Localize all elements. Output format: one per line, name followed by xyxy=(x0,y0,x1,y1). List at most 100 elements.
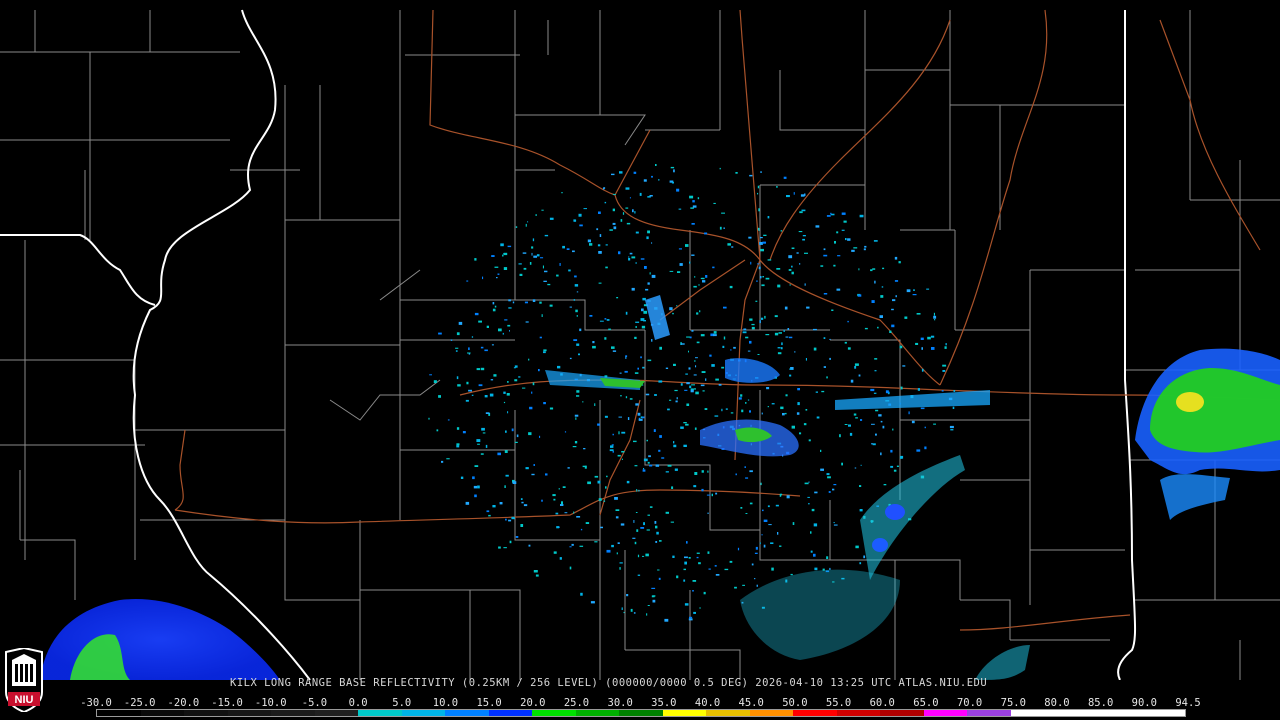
legend-tick: 35.0 xyxy=(651,697,677,709)
echo-pixel xyxy=(528,358,530,361)
echo-pixel xyxy=(564,431,567,433)
echo-pixel xyxy=(635,326,637,328)
echo-pixel xyxy=(885,390,889,394)
echo-pixel xyxy=(721,408,723,412)
echo-pixel xyxy=(531,252,533,256)
echo-pixel xyxy=(465,399,469,402)
echo-pixel xyxy=(580,528,583,531)
echo-pixel xyxy=(514,441,518,443)
echo-pixel xyxy=(474,465,479,467)
echo-pixel xyxy=(634,541,637,545)
echo-pixel xyxy=(689,261,691,264)
echo-pixel xyxy=(706,494,711,496)
echo-pixel xyxy=(645,288,649,291)
echo-pixel xyxy=(805,409,808,411)
echo-pixel xyxy=(665,367,669,369)
radar-map xyxy=(0,9,1280,680)
color-scale-segment xyxy=(140,710,185,716)
echo-pixel xyxy=(735,473,737,476)
echo-pixel xyxy=(626,480,630,484)
echo-pixel xyxy=(641,325,646,329)
echo-pixel xyxy=(566,248,570,250)
echo-pixel xyxy=(632,537,636,539)
echo-pixel xyxy=(766,387,770,390)
echo-pixel xyxy=(600,526,603,529)
echo-pixel xyxy=(556,526,560,529)
echo-pixel xyxy=(646,529,650,531)
echo-pixel xyxy=(578,213,582,217)
echo-pixel xyxy=(515,536,519,538)
echo-pixel xyxy=(592,345,596,349)
echo-pixel xyxy=(820,449,822,452)
echo-pixel xyxy=(504,450,508,453)
echo-pixel xyxy=(694,388,696,390)
echo-pixel xyxy=(503,267,508,270)
echo-pixel xyxy=(485,412,490,414)
echo-pixel xyxy=(863,555,866,559)
echo-pixel xyxy=(456,427,460,430)
echo-pixel xyxy=(808,439,811,442)
echo-pixel xyxy=(832,488,835,491)
echo-pixel xyxy=(705,275,708,278)
echo-pixel xyxy=(474,312,479,316)
echo-pixel xyxy=(574,275,577,278)
echo-pixel xyxy=(719,167,721,170)
echo-pixel xyxy=(698,562,701,565)
echo-pixel xyxy=(518,263,522,265)
echo-pixel xyxy=(532,299,536,302)
echo-pixel xyxy=(658,449,661,452)
echo-pixel xyxy=(691,254,695,256)
echo-pixel xyxy=(847,320,849,323)
echo-pixel xyxy=(647,359,652,362)
echo-pixel xyxy=(761,534,763,536)
echo-pixel xyxy=(610,445,614,448)
echo-pixel xyxy=(713,334,717,337)
echo-pixel xyxy=(694,276,696,278)
echo-pixel xyxy=(858,374,861,377)
echo-pixel xyxy=(520,498,523,500)
echo-pixel xyxy=(860,464,862,466)
echo-pixel xyxy=(619,171,623,174)
echo-pixel xyxy=(857,294,862,297)
echo-pixel xyxy=(777,532,779,535)
echo-pixel xyxy=(446,458,450,460)
echo-pixel xyxy=(583,448,586,450)
echo-se-band xyxy=(860,455,965,580)
echo-pixel xyxy=(634,372,639,374)
echo-pixel xyxy=(472,476,475,480)
echo-pixel xyxy=(486,325,489,328)
echo-pixel xyxy=(859,562,862,565)
echo-pixel xyxy=(877,326,879,329)
echo-pixel xyxy=(521,501,524,504)
echo-pixel xyxy=(503,252,508,256)
echo-pixel xyxy=(594,403,596,406)
color-scale-segment xyxy=(532,710,576,716)
echo-pixel xyxy=(675,400,678,403)
echo-pixel xyxy=(669,399,672,401)
echo-pixel xyxy=(747,350,751,352)
echo-pixel xyxy=(898,261,901,264)
echo-pixel xyxy=(573,511,575,514)
echo-pixel xyxy=(930,335,935,338)
echo-pixel xyxy=(505,474,509,477)
echo-pixel xyxy=(754,578,756,580)
echo-pixel xyxy=(477,443,480,445)
echo-pixel xyxy=(713,331,717,334)
echo-pixel xyxy=(797,388,800,391)
echo-pixel xyxy=(647,514,650,516)
echo-bottom-right xyxy=(975,645,1030,680)
echo-pixel xyxy=(647,230,650,234)
echo-pixel xyxy=(476,368,480,371)
echo-pixel xyxy=(529,406,533,410)
echo-pixel xyxy=(709,354,712,357)
legend-tick: 5.0 xyxy=(392,697,412,709)
echo-pixel xyxy=(744,466,746,468)
echo-pixel xyxy=(927,336,931,340)
echo-pixel xyxy=(837,255,841,257)
echo-pixel xyxy=(629,197,631,199)
echo-pixel xyxy=(855,545,859,549)
echo-pixel xyxy=(729,285,733,289)
echo-pixel xyxy=(807,496,810,498)
echo-pixel xyxy=(759,276,762,279)
echo-pixel xyxy=(847,238,851,241)
